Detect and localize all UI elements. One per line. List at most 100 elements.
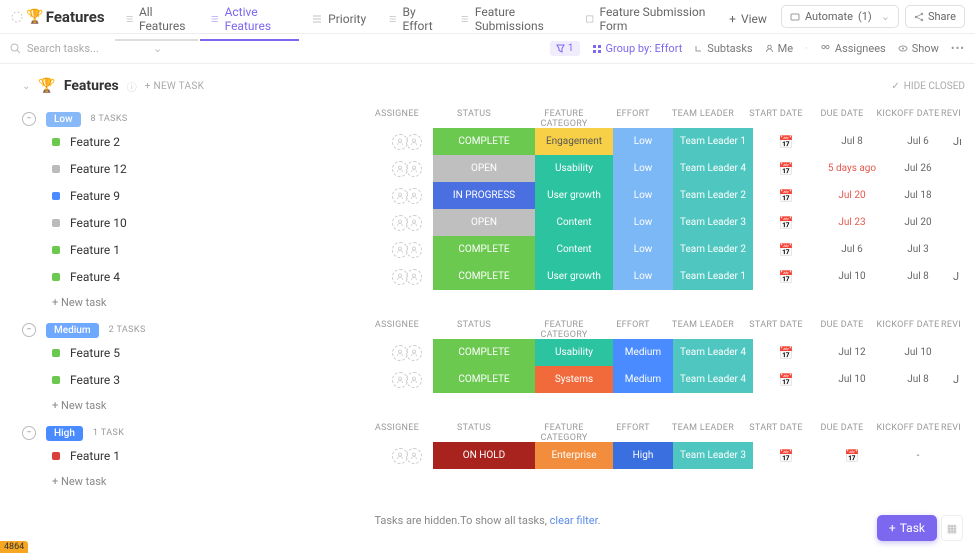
- col-leader[interactable]: TEAM LEADER: [663, 320, 743, 340]
- col-kickoff[interactable]: KICKOFF DATE: [875, 423, 941, 443]
- effort-cell[interactable]: High: [613, 442, 673, 469]
- avatar-placeholder[interactable]: [406, 242, 422, 258]
- status-square[interactable]: [52, 246, 60, 254]
- kickoff-date-cell[interactable]: Jul 3: [885, 236, 951, 263]
- clear-filter-link[interactable]: clear filter: [550, 514, 598, 527]
- kickoff-date-cell[interactable]: Jul 20: [885, 209, 951, 236]
- effort-cell[interactable]: Low: [613, 209, 673, 236]
- effort-cell[interactable]: Medium: [613, 366, 673, 393]
- col-effort[interactable]: EFFORT: [603, 320, 663, 340]
- review-cell[interactable]: J: [951, 263, 975, 290]
- review-cell[interactable]: [951, 236, 975, 263]
- status-cell[interactable]: COMPLETE: [433, 366, 535, 393]
- task-name[interactable]: Feature 2: [70, 135, 120, 149]
- avatar-placeholder[interactable]: [406, 134, 422, 150]
- me-button[interactable]: Me: [765, 42, 793, 55]
- assignees-button[interactable]: Assignees: [820, 42, 886, 55]
- due-date[interactable]: Jul 8: [841, 136, 863, 147]
- assignee-cell[interactable]: [381, 263, 433, 290]
- due-date[interactable]: Jul 23: [838, 217, 865, 228]
- effort-cell[interactable]: Low: [613, 128, 673, 155]
- task-row[interactable]: Feature 1 ON HOLD Enterprise High Team L…: [0, 442, 975, 469]
- task-name[interactable]: Feature 5: [70, 346, 120, 360]
- collapse-icon[interactable]: −: [22, 323, 36, 337]
- kickoff-date-cell[interactable]: Jul 26: [885, 155, 951, 182]
- review-cell[interactable]: [951, 155, 975, 182]
- status-cell[interactable]: COMPLETE: [433, 128, 535, 155]
- new-task-row[interactable]: + New task: [0, 469, 975, 492]
- leader-cell[interactable]: Team Leader 4: [673, 339, 753, 366]
- review-cell[interactable]: Jı: [951, 128, 975, 155]
- category-cell[interactable]: User growth: [535, 182, 613, 209]
- start-date-cell[interactable]: 📅: [753, 128, 819, 155]
- status-cell[interactable]: OPEN: [433, 155, 535, 182]
- kickoff-date-cell[interactable]: Jul 18: [885, 182, 951, 209]
- col-status[interactable]: STATUS: [423, 320, 525, 340]
- effort-cell[interactable]: Low: [613, 182, 673, 209]
- status-square[interactable]: [52, 165, 60, 173]
- tab-submissions[interactable]: Feature Submissions: [450, 0, 573, 41]
- col-category[interactable]: FEATURE CATEGORY: [525, 423, 603, 443]
- status-square[interactable]: [52, 376, 60, 384]
- category-cell[interactable]: Engagement: [535, 128, 613, 155]
- col-review[interactable]: REVI: [941, 423, 965, 443]
- col-assignee[interactable]: ASSIGNEE: [371, 423, 423, 443]
- kickoff-date-cell[interactable]: Jul 10: [885, 339, 951, 366]
- start-date-cell[interactable]: 📅: [753, 182, 819, 209]
- automate-button[interactable]: Automate (1) ⌄: [781, 5, 899, 28]
- task-row[interactable]: Feature 12 OPEN Usability Low Team Leade…: [0, 155, 975, 182]
- effort-cell[interactable]: Low: [613, 263, 673, 290]
- tab-submission-form[interactable]: Feature Submission Form: [575, 0, 717, 41]
- task-name[interactable]: Feature 4: [70, 270, 120, 284]
- kickoff-date-cell[interactable]: Jul 8: [885, 366, 951, 393]
- effort-cell[interactable]: Low: [613, 155, 673, 182]
- due-date-cell[interactable]: Jul 20: [819, 182, 885, 209]
- col-category[interactable]: FEATURE CATEGORY: [525, 109, 603, 129]
- task-row[interactable]: Feature 9 IN PROGRESS User growth Low Te…: [0, 182, 975, 209]
- due-date-cell[interactable]: Jul 12: [819, 339, 885, 366]
- calendar-icon[interactable]: 📅: [845, 449, 860, 463]
- task-row[interactable]: Feature 4 COMPLETE User growth Low Team …: [0, 263, 975, 290]
- hide-closed-button[interactable]: ✓ HIDE CLOSED: [891, 81, 965, 92]
- col-assignee[interactable]: ASSIGNEE: [371, 320, 423, 340]
- assignee-cell[interactable]: [381, 155, 433, 182]
- status-cell[interactable]: COMPLETE: [433, 236, 535, 263]
- due-date[interactable]: 5 days ago: [828, 163, 876, 174]
- tab-priority[interactable]: Priority: [301, 6, 376, 34]
- kickoff-date-cell[interactable]: Jul 8: [885, 263, 951, 290]
- new-task-row[interactable]: + New task: [0, 290, 975, 313]
- start-date-cell[interactable]: 📅: [753, 442, 819, 469]
- col-due[interactable]: DUE DATE: [809, 320, 875, 340]
- col-start[interactable]: START DATE: [743, 423, 809, 443]
- col-start[interactable]: START DATE: [743, 320, 809, 340]
- category-cell[interactable]: Usability: [535, 339, 613, 366]
- status-square[interactable]: [52, 452, 60, 460]
- start-date-cell[interactable]: 📅: [753, 366, 819, 393]
- status-square[interactable]: [52, 349, 60, 357]
- col-kickoff[interactable]: KICKOFF DATE: [875, 320, 941, 340]
- due-date-cell[interactable]: Jul 8: [819, 128, 885, 155]
- due-date[interactable]: Jul 6: [841, 244, 863, 255]
- task-name[interactable]: Feature 12: [70, 162, 127, 176]
- status-square[interactable]: [52, 273, 60, 281]
- tab-by-effort[interactable]: By Effort: [378, 0, 448, 41]
- due-date[interactable]: Jul 10: [838, 374, 865, 385]
- review-cell[interactable]: [951, 182, 975, 209]
- category-cell[interactable]: Content: [535, 236, 613, 263]
- collapse-icon[interactable]: −: [22, 426, 36, 440]
- avatar-placeholder[interactable]: [406, 161, 422, 177]
- avatar-placeholder[interactable]: [406, 215, 422, 231]
- status-cell[interactable]: OPEN: [433, 209, 535, 236]
- collapse-icon[interactable]: −: [22, 112, 36, 126]
- avatar-placeholder[interactable]: [406, 345, 422, 361]
- subtasks-button[interactable]: Subtasks: [694, 42, 752, 55]
- assignee-cell[interactable]: [381, 442, 433, 469]
- start-date-cell[interactable]: 📅: [753, 209, 819, 236]
- col-status[interactable]: STATUS: [423, 423, 525, 443]
- search-input[interactable]: [27, 42, 117, 55]
- category-cell[interactable]: Enterprise: [535, 442, 613, 469]
- group-pill[interactable]: Medium: [46, 323, 99, 338]
- info-icon[interactable]: ⓘ: [127, 79, 137, 94]
- status-cell[interactable]: COMPLETE: [433, 263, 535, 290]
- task-name[interactable]: Feature 1: [70, 243, 120, 257]
